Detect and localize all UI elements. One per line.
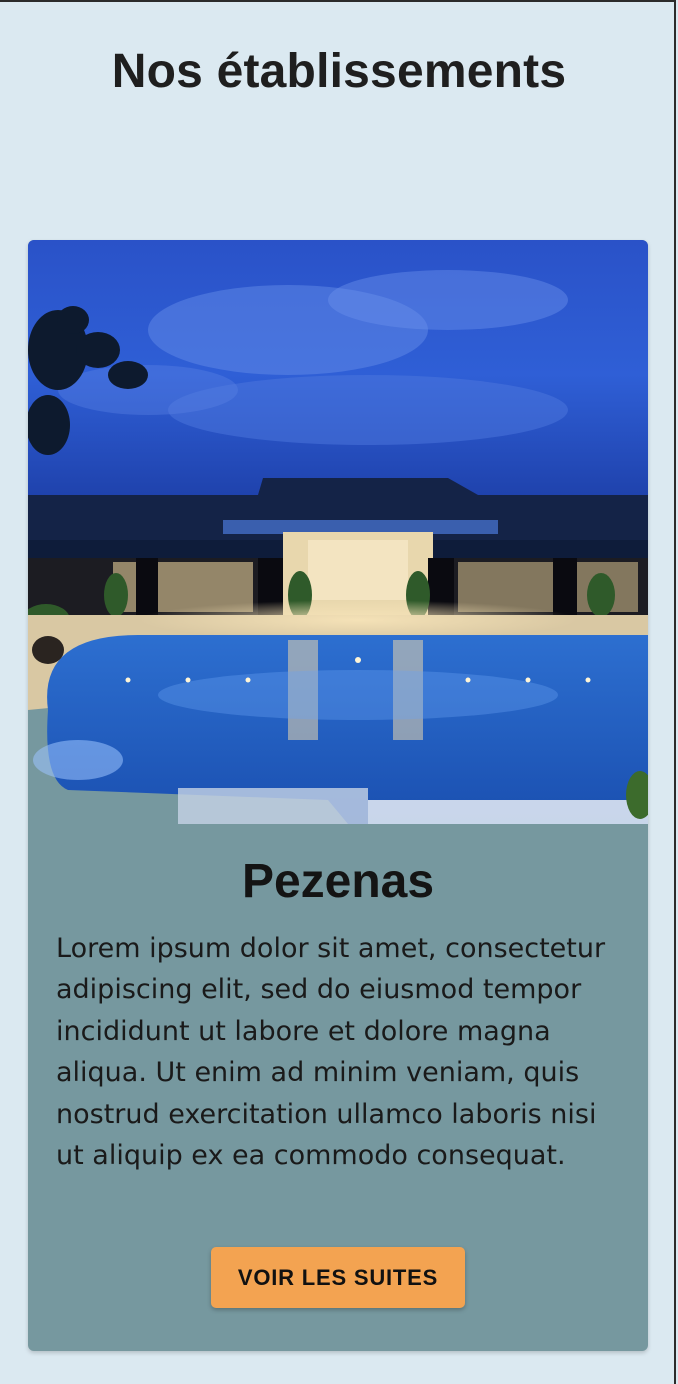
establishment-name: Pezenas <box>241 855 435 908</box>
establishment-description: Lorem ipsum dolor sit amet, consectetur … <box>56 933 606 1172</box>
page-title: Nos établissements <box>111 45 567 98</box>
establishment-card: Pezenas Lorem ipsum dolor sit amet, cons… <box>28 240 648 1351</box>
view-suites-button[interactable]: VOIR LES SUITES <box>211 1247 465 1308</box>
establishment-photo <box>28 240 648 824</box>
